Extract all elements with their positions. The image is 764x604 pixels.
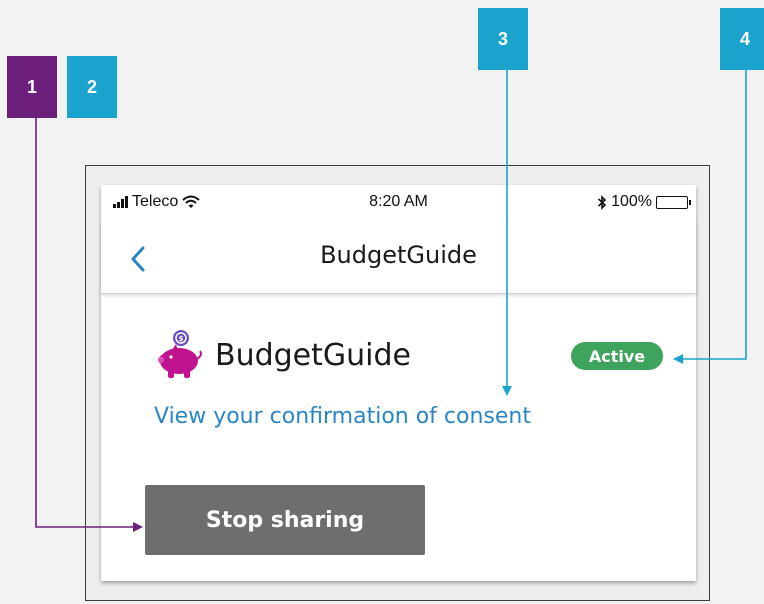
callout-label-3: 3 (478, 8, 528, 70)
app-name: BudgetGuide (215, 337, 411, 373)
app-header: $ BudgetGuide (153, 329, 411, 381)
battery-percent: 100% (611, 193, 652, 210)
bluetooth-icon (598, 194, 607, 210)
callout-label-4: 4 (720, 8, 764, 70)
callout-label-1: 1 (7, 56, 57, 118)
piggy-bank-icon: $ (158, 330, 202, 378)
svg-text:$: $ (179, 335, 184, 343)
battery-icon (656, 195, 691, 209)
battery-group: 100% (597, 193, 691, 211)
stop-sharing-button[interactable]: Stop sharing (145, 485, 425, 555)
nav-bar: BudgetGuide (101, 219, 696, 294)
nav-title: BudgetGuide (320, 241, 477, 269)
status-badge: Active (571, 342, 663, 370)
callout-label-2: 2 (67, 56, 117, 118)
status-bar: Teleco 8:20 AM 100% (101, 185, 696, 219)
phone-screen: Teleco 8:20 AM 100% BudgetGuide $ Budget… (101, 185, 696, 581)
consent-confirmation-link[interactable]: View your confirmation of consent (154, 404, 531, 429)
